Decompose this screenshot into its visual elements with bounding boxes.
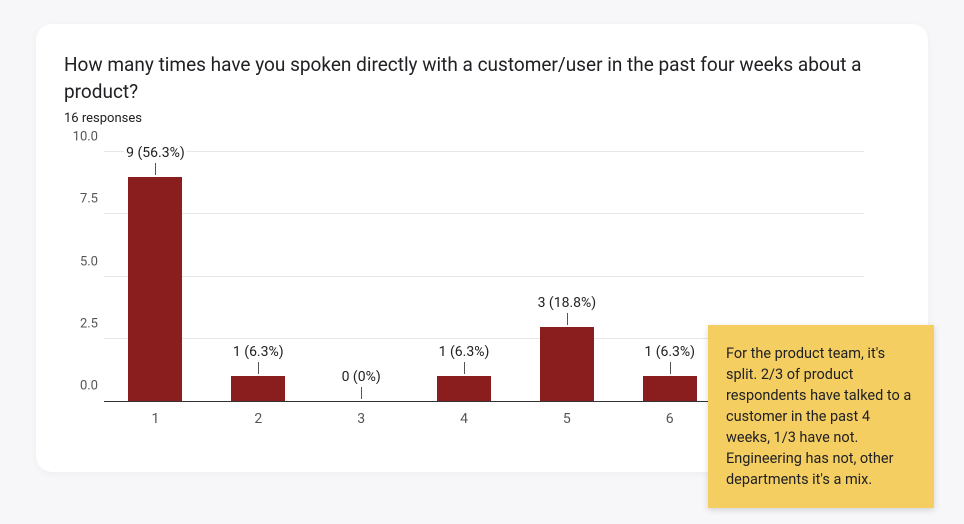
bar-col-6: 1 (6.3%) 6 — [618, 152, 721, 401]
bar-col-3: 0 (0%) 3 — [310, 152, 413, 401]
y-tick-0: 0.0 — [64, 379, 98, 394]
bar-col-2: 1 (6.3%) 2 — [207, 152, 310, 401]
bar-col-1: 9 (56.3%) 1 — [104, 152, 207, 401]
y-tick-1: 2.5 — [64, 316, 98, 331]
x-tick-1: 1 — [151, 411, 159, 427]
x-tick-5: 5 — [563, 411, 571, 427]
chart-subtitle: 16 responses — [64, 111, 900, 126]
chart-card: How many times have you spoken directly … — [36, 24, 928, 472]
y-tick-3: 7.5 — [64, 192, 98, 207]
annotation-note: For the product team, it's split. 2/3 of… — [708, 325, 934, 508]
bar-label-3: 0 (0%) — [340, 369, 383, 385]
bar-col-4: 1 (6.3%) 4 — [413, 152, 516, 401]
x-tick-3: 3 — [357, 411, 365, 427]
y-tick-2: 5.0 — [64, 254, 98, 269]
bar-col-5: 3 (18.8%) 5 — [515, 152, 618, 401]
bar-5: 3 (18.8%) — [540, 327, 594, 402]
bar-4: 1 (6.3%) — [437, 376, 491, 401]
bar-1: 9 (56.3%) — [128, 177, 182, 401]
x-tick-6: 6 — [666, 411, 674, 427]
y-tick-4: 10.0 — [64, 130, 98, 145]
bar-label-1: 9 (56.3%) — [124, 145, 187, 161]
x-tick-4: 4 — [460, 411, 468, 427]
bar-label-5: 3 (18.8%) — [536, 295, 599, 311]
bar-2: 1 (6.3%) — [231, 376, 285, 401]
bar-label-6: 1 (6.3%) — [642, 344, 697, 360]
bar-label-4: 1 (6.3%) — [437, 344, 492, 360]
x-tick-2: 2 — [254, 411, 262, 427]
chart-title: How many times have you spoken directly … — [64, 52, 884, 105]
bar-label-2: 1 (6.3%) — [231, 344, 286, 360]
bar-6: 1 (6.3%) — [643, 376, 697, 401]
